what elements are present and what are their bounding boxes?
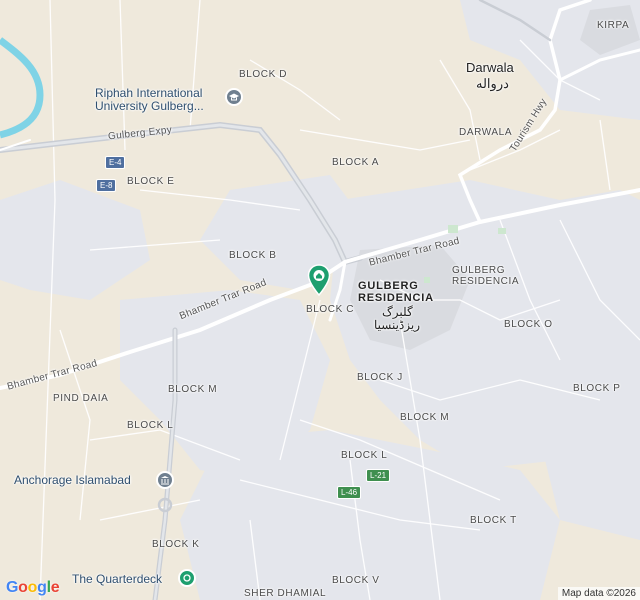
google-logo-letter: o <box>27 579 38 596</box>
place-label-block-k: BLOCK K <box>152 539 200 550</box>
place-label-block-m-east: BLOCK M <box>400 412 450 423</box>
poi-label-quarterdeck[interactable]: The Quarterdeck <box>72 572 162 586</box>
place-label-block-t: BLOCK T <box>470 515 517 526</box>
poi-label-riphah-line2[interactable]: University Gulberg... <box>95 99 204 113</box>
university-icon[interactable] <box>225 88 243 106</box>
place-label-block-p: BLOCK P <box>573 383 621 394</box>
google-logo: Google <box>6 579 60 597</box>
featured-label-urdu-1: گلبرگ <box>382 305 413 319</box>
map-view[interactable]: E-4 E-8 L-21 L-46 Gulberg Expy Bhamber T… <box>0 0 640 600</box>
route-shield-l21: L-21 <box>366 469 391 482</box>
google-logo-letter: G <box>6 579 19 596</box>
town-label-darwala: Darwala <box>466 60 514 75</box>
place-label-block-j: BLOCK J <box>357 372 403 383</box>
featured-label-urdu-2: ریزڈینسیا <box>374 318 421 332</box>
place-label-block-c: BLOCK C <box>306 304 355 315</box>
featured-label-residencia: RESIDENCIA <box>358 292 434 304</box>
river <box>0 37 44 139</box>
route-shield-e8: E-8 <box>96 179 117 192</box>
route-shield-l46: L-46 <box>337 486 362 499</box>
poi-label-anchorage[interactable]: Anchorage Islamabad <box>14 473 131 487</box>
place-label-kirpa: KIRPA <box>597 20 630 31</box>
map-attribution[interactable]: Map data ©2026 <box>557 587 640 600</box>
place-label-gulberg-residencia-2: RESIDENCIA <box>452 276 520 287</box>
place-label-block-m-west: BLOCK M <box>168 384 218 395</box>
town-label-darwala-urdu: درواله <box>476 76 509 91</box>
place-label-block-b: BLOCK B <box>229 250 277 261</box>
google-logo-letter: e <box>50 579 60 596</box>
place-label-sher-dhamial: SHER DHAMIAL <box>244 588 327 599</box>
location-pin-icon[interactable] <box>307 264 331 296</box>
landmark-icon[interactable] <box>156 471 174 489</box>
google-logo-letter: o <box>18 579 28 596</box>
place-label-block-e: BLOCK E <box>127 176 175 187</box>
place-label-pind-daia: PIND DAIA <box>53 393 109 404</box>
poi-label-riphah-line1[interactable]: Riphah International <box>95 86 202 100</box>
place-label-block-v: BLOCK V <box>332 575 380 586</box>
google-logo-letter: g <box>37 579 47 596</box>
place-label-gulberg-residencia-1: GULBERG <box>452 265 506 276</box>
place-label-block-a: BLOCK A <box>332 157 379 168</box>
route-shield-e4: E-4 <box>105 156 126 169</box>
place-label-block-o: BLOCK O <box>504 319 553 330</box>
featured-label-gulberg: GULBERG <box>358 280 419 292</box>
place-label-block-d: BLOCK D <box>239 69 288 80</box>
place-label-block-l-east: BLOCK L <box>341 450 388 461</box>
restaurant-icon[interactable] <box>178 569 196 587</box>
place-label-block-l-west: BLOCK L <box>127 420 174 431</box>
place-label-darwala-small: DARWALA <box>459 127 513 138</box>
